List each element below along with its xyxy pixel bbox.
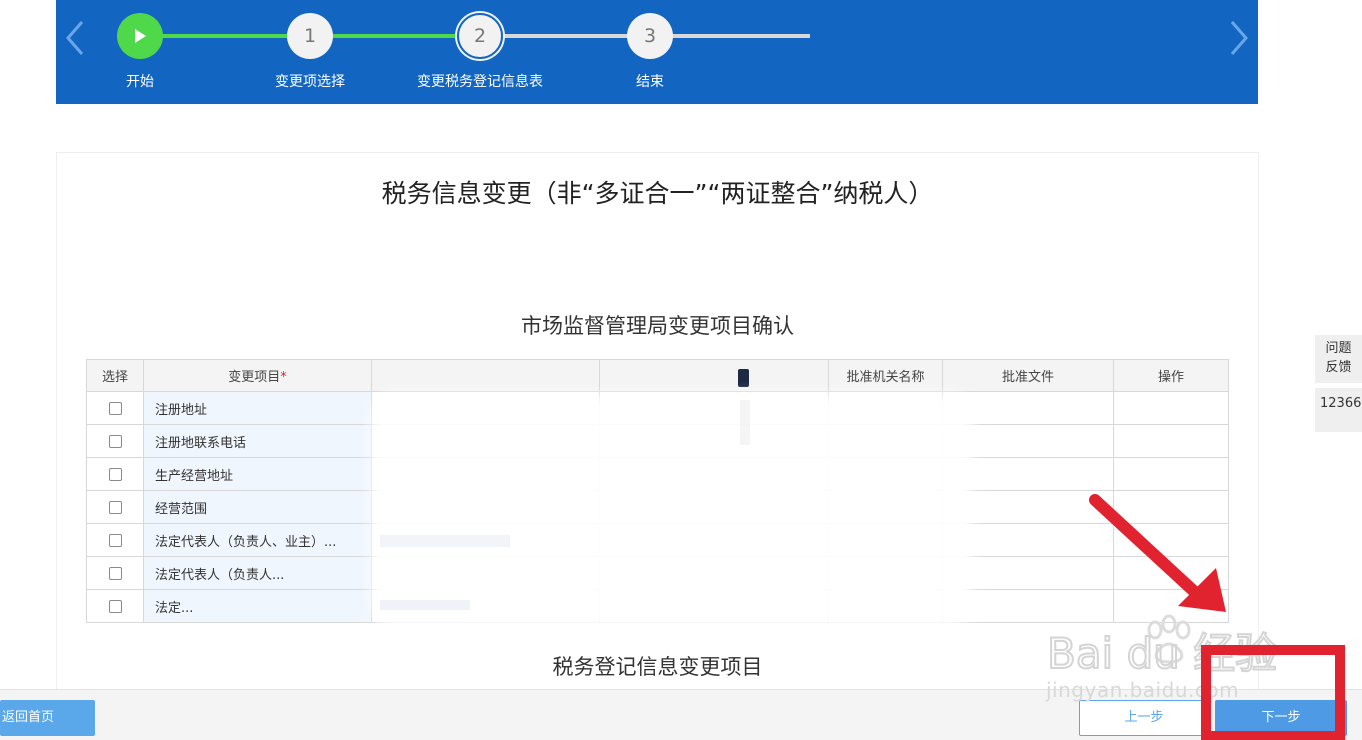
step-1-number: 1: [303, 25, 317, 47]
section-market-title: 市场监督管理局变更项目确认: [521, 314, 794, 338]
step-3-number: 3: [643, 25, 657, 47]
step-2[interactable]: 2: [457, 13, 503, 59]
page-title: 税务信息变更（非“多证合一”“两证整合”纳税人）: [381, 179, 934, 208]
row-checkbox[interactable]: [108, 533, 122, 547]
row-checkbox[interactable]: [108, 500, 122, 514]
col-operation: 操作: [1113, 359, 1229, 392]
row-item-name: 法定...: [143, 589, 372, 623]
table-header-row: 选择 变更项目* 批准机关名称 批准文件 操作: [86, 359, 1229, 392]
row-checkbox[interactable]: [108, 401, 122, 415]
home-button[interactable]: 返回首页: [0, 700, 95, 736]
step-1[interactable]: 1: [287, 13, 333, 59]
col-approval-authority: 批准机关名称: [828, 359, 943, 392]
step-3-label: 结束: [636, 74, 664, 90]
feedback-button[interactable]: 问题 反馈: [1315, 335, 1362, 383]
step-3[interactable]: 3: [627, 13, 673, 59]
step-2-label: 变更税务登记信息表: [417, 74, 543, 90]
step-start-label: 开始: [126, 74, 154, 90]
row-checkbox[interactable]: [108, 434, 122, 448]
play-icon: [135, 29, 146, 43]
col-approval-document: 批准文件: [942, 359, 1114, 392]
row-item-name: 注册地址: [143, 391, 372, 425]
chevron-right-icon: [1230, 21, 1248, 55]
section-tax-title: 税务登记信息变更项目: [552, 655, 763, 679]
next-step-button[interactable]: 下一步: [1215, 700, 1347, 736]
required-mark: *: [280, 370, 287, 385]
prev-arrow-button[interactable]: [60, 18, 90, 58]
row-item-name: 法定代表人（负责人...: [143, 556, 372, 590]
row-item-name: 法定代表人（负责人、业主）...: [143, 523, 372, 557]
page: 1 2 3 开始 变更项选择 变更税务登记信息表 结束 税务信息变更（非“多证合…: [0, 0, 1362, 740]
next-arrow-button[interactable]: [1224, 18, 1254, 58]
row-checkbox[interactable]: [108, 467, 122, 481]
col-select: 选择: [86, 359, 144, 392]
col-change-item: 变更项目*: [143, 359, 372, 392]
redaction-smear: [380, 400, 750, 610]
step-start[interactable]: [117, 13, 163, 59]
col-blank-1: [371, 359, 600, 392]
chevron-left-icon: [66, 21, 84, 55]
row-item-name: 经营范围: [143, 490, 372, 524]
prev-step-button[interactable]: 上一步: [1079, 700, 1209, 736]
hotline-number: 12366: [1315, 388, 1362, 432]
row-checkbox[interactable]: [108, 599, 122, 613]
row-item-name: 生产经营地址: [143, 457, 372, 491]
step-2-number: 2: [473, 25, 487, 47]
row-item-name: 注册地联系电话: [143, 424, 372, 458]
watermark-url: jingyan.baidu.com: [1046, 678, 1240, 702]
row-checkbox[interactable]: [108, 566, 122, 580]
col-blank-2: [599, 359, 829, 392]
step-banner: 1 2 3 开始 变更项选择 变更税务登记信息表 结束: [56, 0, 1258, 104]
col-change-item-label: 变更项目: [228, 370, 281, 385]
step-1-label: 变更项选择: [275, 74, 345, 90]
redaction-mark: [738, 369, 749, 387]
